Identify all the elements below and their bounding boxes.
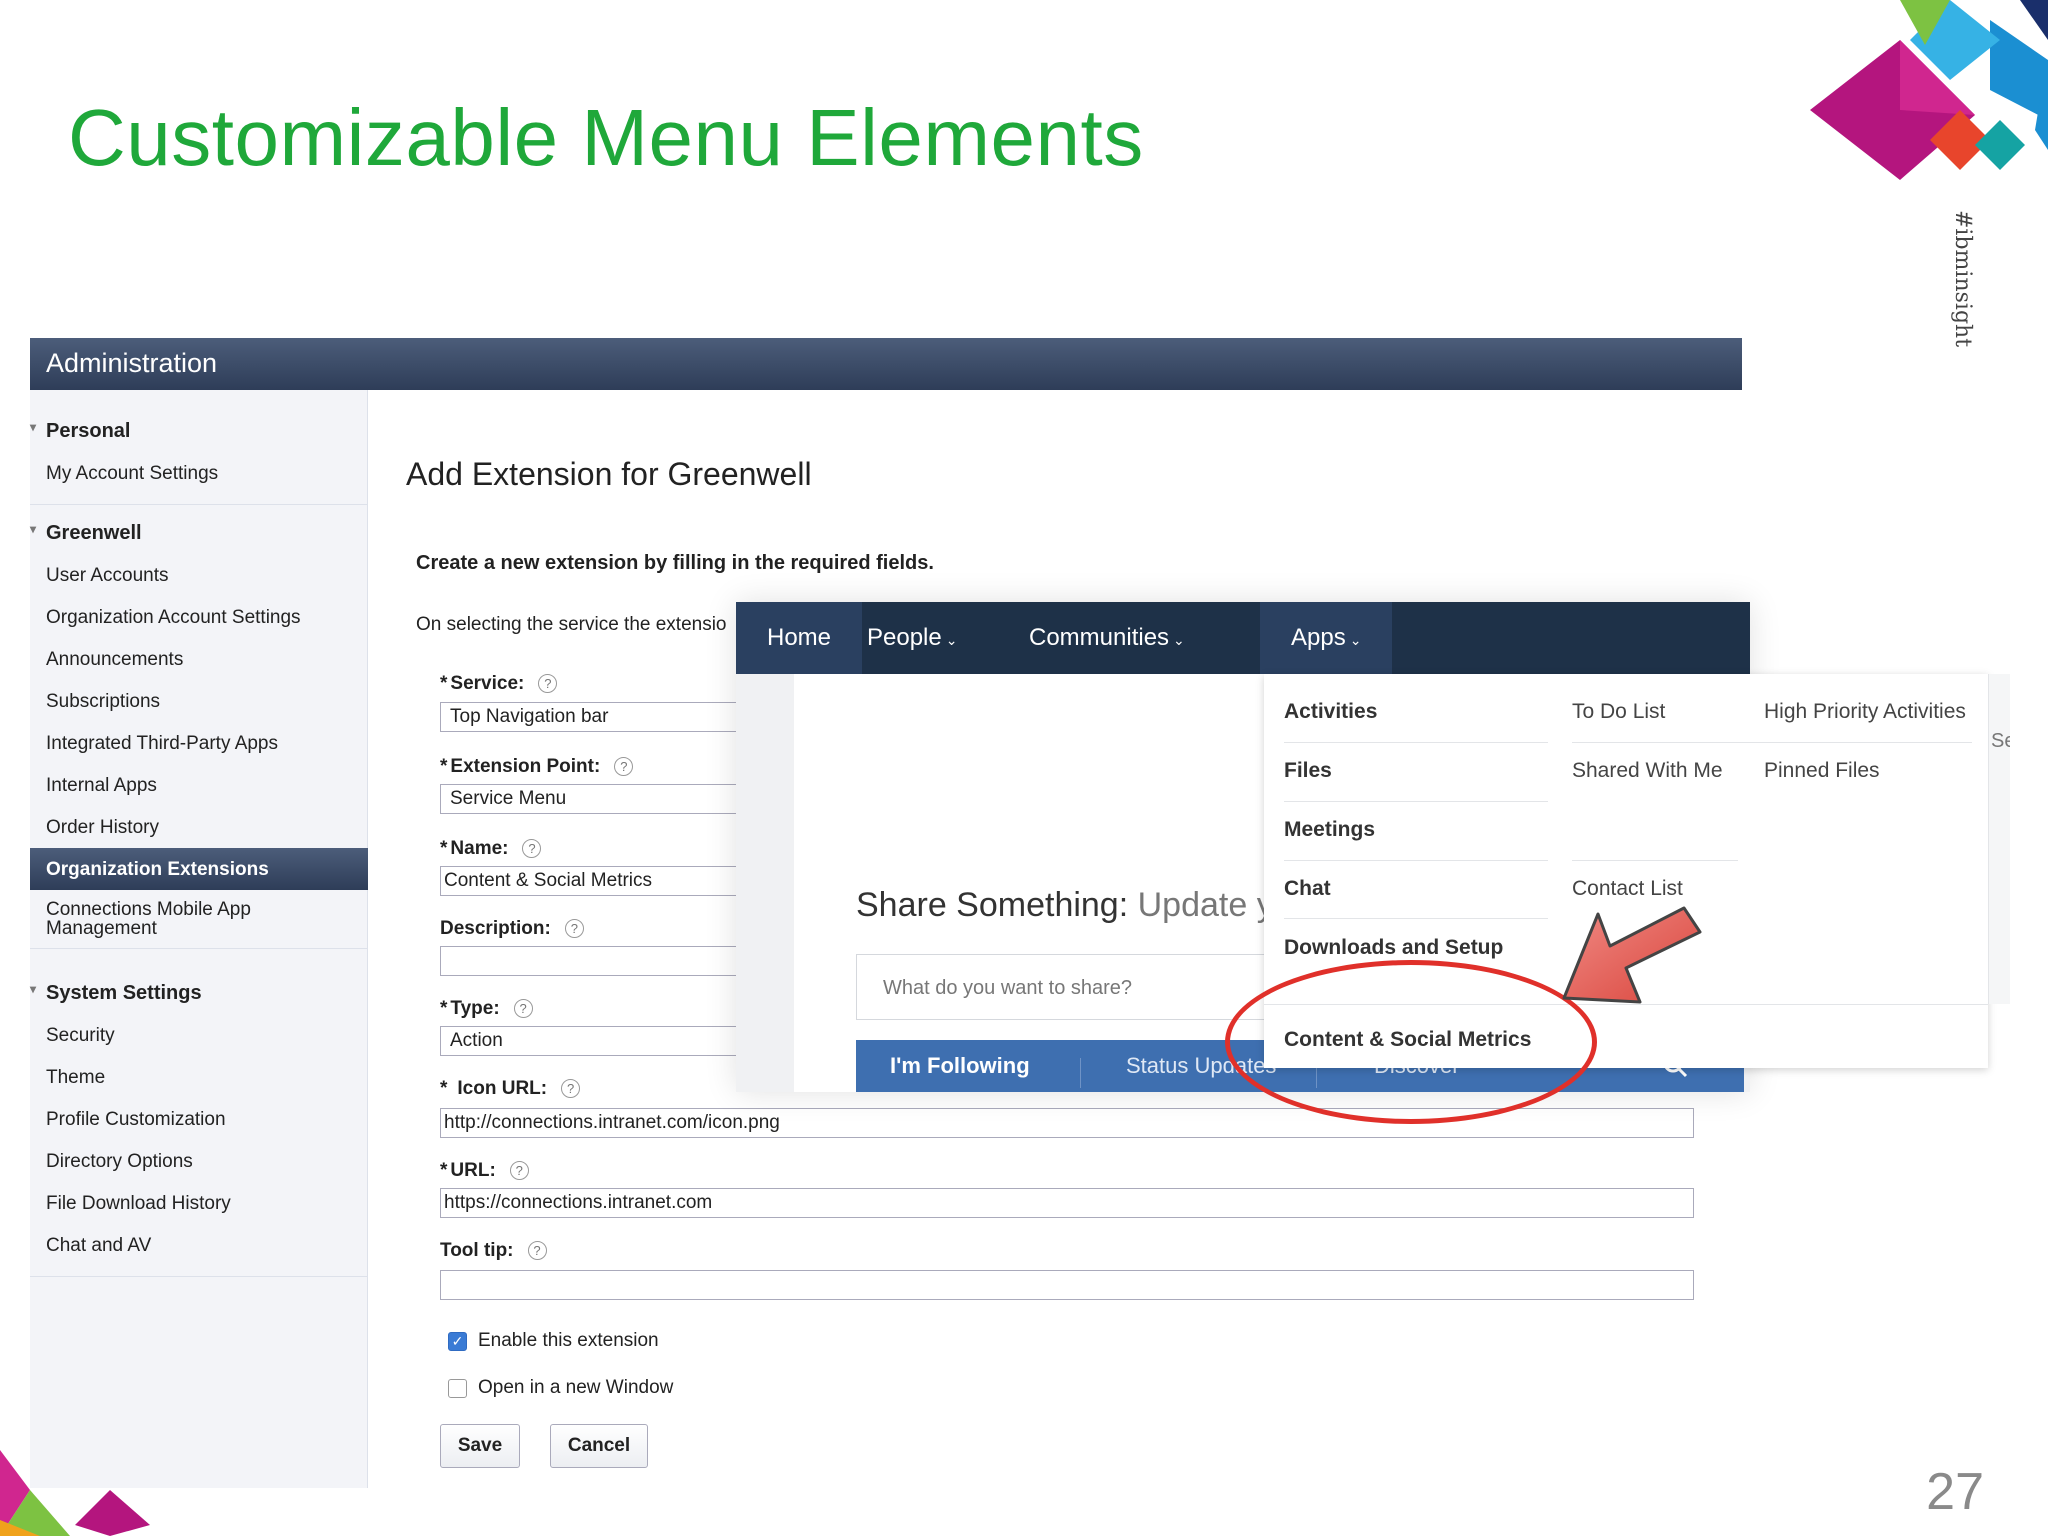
share-input[interactable]: What do you want to share? <box>856 954 1276 1020</box>
description-label: Description:? <box>440 918 584 940</box>
sidebar-item-my-account-settings[interactable]: My Account Settings <box>30 452 368 494</box>
sidebar-item-order-history[interactable]: Order History <box>30 806 368 848</box>
open-new-window-label: Open in a new Window <box>478 1377 674 1398</box>
help-icon[interactable]: ? <box>522 839 542 859</box>
help-icon[interactable]: ? <box>614 757 634 777</box>
menu-item-shared-with-me[interactable]: Shared With Me <box>1572 759 1723 783</box>
help-icon[interactable]: ? <box>527 1241 547 1261</box>
cancel-button[interactable]: Cancel <box>550 1424 648 1468</box>
sidebar-item-user-accounts[interactable]: User Accounts <box>30 554 368 596</box>
sidebar-item-announcements[interactable]: Announcements <box>30 638 368 680</box>
tool-tip-label: Tool tip:? <box>440 1240 547 1262</box>
enable-extension-checkbox[interactable]: ✓ <box>448 1332 467 1351</box>
menu-divider <box>1572 742 1972 743</box>
menu-item-files[interactable]: Files <box>1284 759 1548 783</box>
menu-item-downloads-and-setup[interactable]: Downloads and Setup <box>1284 936 1548 960</box>
enable-extension-label: Enable this extension <box>478 1330 659 1351</box>
nav-communities[interactable]: Communities ⌄ <box>998 602 1216 674</box>
sidebar-heading-greenwell[interactable]: Greenwell <box>30 512 368 554</box>
menu-overflow-text: Se <box>1991 730 2010 752</box>
sidebar-item-chat-and-av[interactable]: Chat and AV <box>30 1224 368 1266</box>
save-button[interactable]: Save <box>440 1424 520 1468</box>
name-label: * Name:? <box>440 838 542 860</box>
sidebar-divider <box>30 504 368 505</box>
sidebar-heading-personal[interactable]: Personal <box>30 410 368 452</box>
sidebar-item-organization-extensions[interactable]: Organization Extensions <box>30 848 368 890</box>
form-note: On selecting the service the extensio <box>416 614 727 635</box>
icon-url-label: * Icon URL:? <box>440 1078 581 1100</box>
chevron-down-icon: ⌄ <box>1349 632 1362 648</box>
sidebar-divider <box>30 1276 368 1277</box>
diamond-decoration-top <box>1810 0 2048 180</box>
highlight-ellipse <box>1225 960 1597 1124</box>
sidebar-item-connections-mobile-app-management[interactable]: Connections Mobile App Management <box>30 890 368 948</box>
extension-point-label: * Extension Point:? <box>440 756 634 778</box>
slide-hashtag: #ibminsight <box>1950 210 1975 348</box>
page-number: 27 <box>1926 1463 1984 1521</box>
sidebar-item-theme[interactable]: Theme <box>30 1056 368 1098</box>
page-title: Add Extension for Greenwell <box>406 456 812 492</box>
type-select[interactable]: Action <box>440 1026 740 1056</box>
help-icon[interactable]: ? <box>561 1079 581 1099</box>
sidebar-item-subscriptions[interactable]: Subscriptions <box>30 680 368 722</box>
tab-divider <box>1080 1058 1081 1088</box>
menu-divider <box>1284 801 1548 802</box>
menu-divider <box>1284 860 1548 861</box>
nav-apps[interactable]: Apps ⌄ <box>1260 602 1393 674</box>
tab-im-following[interactable]: I'm Following <box>890 1040 1030 1092</box>
menu-divider <box>1284 742 1548 743</box>
menu-divider <box>1572 860 1738 861</box>
nav-people[interactable]: People ⌄ <box>836 602 988 674</box>
tool-tip-input[interactable] <box>440 1270 1694 1300</box>
url-label: * URL:? <box>440 1160 529 1182</box>
pointer-arrow-icon <box>1562 906 1702 1004</box>
service-select[interactable]: Top Navigation bar <box>440 702 740 732</box>
sidebar-group-personal: Personal My Account Settings <box>30 410 368 505</box>
extension-point-select[interactable]: Service Menu <box>440 784 740 814</box>
help-icon[interactable]: ? <box>509 1161 529 1181</box>
help-icon[interactable]: ? <box>564 919 584 939</box>
sidebar-item-internal-apps[interactable]: Internal Apps <box>30 764 368 806</box>
description-input[interactable] <box>440 946 740 976</box>
url-input[interactable]: https://connections.intranet.com <box>440 1188 1694 1218</box>
sidebar-group-greenwell: Greenwell User Accounts Organization Acc… <box>30 512 368 949</box>
sidebar-divider <box>30 948 368 949</box>
form-intro: Create a new extension by filling in the… <box>416 552 934 574</box>
menu-overflow-strip: Se <box>1988 674 2010 1004</box>
menu-item-activities[interactable]: Activities <box>1284 700 1548 724</box>
slide-title: Customizable Menu Elements <box>68 93 1144 182</box>
menu-divider <box>1284 918 1548 919</box>
name-input[interactable]: Content & Social Metrics <box>440 866 740 896</box>
sidebar-item-security[interactable]: Security <box>30 1014 368 1056</box>
menu-item-to-do-list[interactable]: To Do List <box>1572 700 1665 724</box>
menu-item-contact-list[interactable]: Contact List <box>1572 877 1683 901</box>
service-label: * Service:? <box>440 673 558 695</box>
menu-item-chat[interactable]: Chat <box>1284 877 1548 901</box>
open-new-window-checkbox[interactable] <box>448 1379 467 1398</box>
sidebar-item-file-download-history[interactable]: File Download History <box>30 1182 368 1224</box>
chevron-down-icon: ⌄ <box>945 632 958 648</box>
sidebar-item-organization-account-settings[interactable]: Organization Account Settings <box>30 596 368 638</box>
type-label: * Type:? <box>440 998 533 1020</box>
share-heading: Share Something: Update y <box>856 886 1274 924</box>
sidebar-item-profile-customization[interactable]: Profile Customization <box>30 1098 368 1140</box>
help-icon[interactable]: ? <box>513 999 533 1019</box>
admin-sidebar: Personal My Account Settings Greenwell U… <box>30 390 368 1488</box>
sidebar-item-directory-options[interactable]: Directory Options <box>30 1140 368 1182</box>
chevron-down-icon: ⌄ <box>1173 632 1185 648</box>
sidebar-item-integrated-third-party-apps[interactable]: Integrated Third-Party Apps <box>30 722 368 764</box>
menu-item-high-priority-activities[interactable]: High Priority Activities <box>1764 700 1966 724</box>
menu-item-meetings[interactable]: Meetings <box>1284 818 1548 842</box>
admin-header: Administration <box>30 338 1742 390</box>
top-navigation-bar: Home People ⌄ Communities ⌄ Apps ⌄ <box>736 602 1750 674</box>
sidebar-group-system-settings: System Settings Security Theme Profile C… <box>30 972 368 1277</box>
sidebar-heading-system-settings[interactable]: System Settings <box>30 972 368 1014</box>
menu-item-pinned-files[interactable]: Pinned Files <box>1764 759 1880 783</box>
help-icon[interactable]: ? <box>538 674 558 694</box>
